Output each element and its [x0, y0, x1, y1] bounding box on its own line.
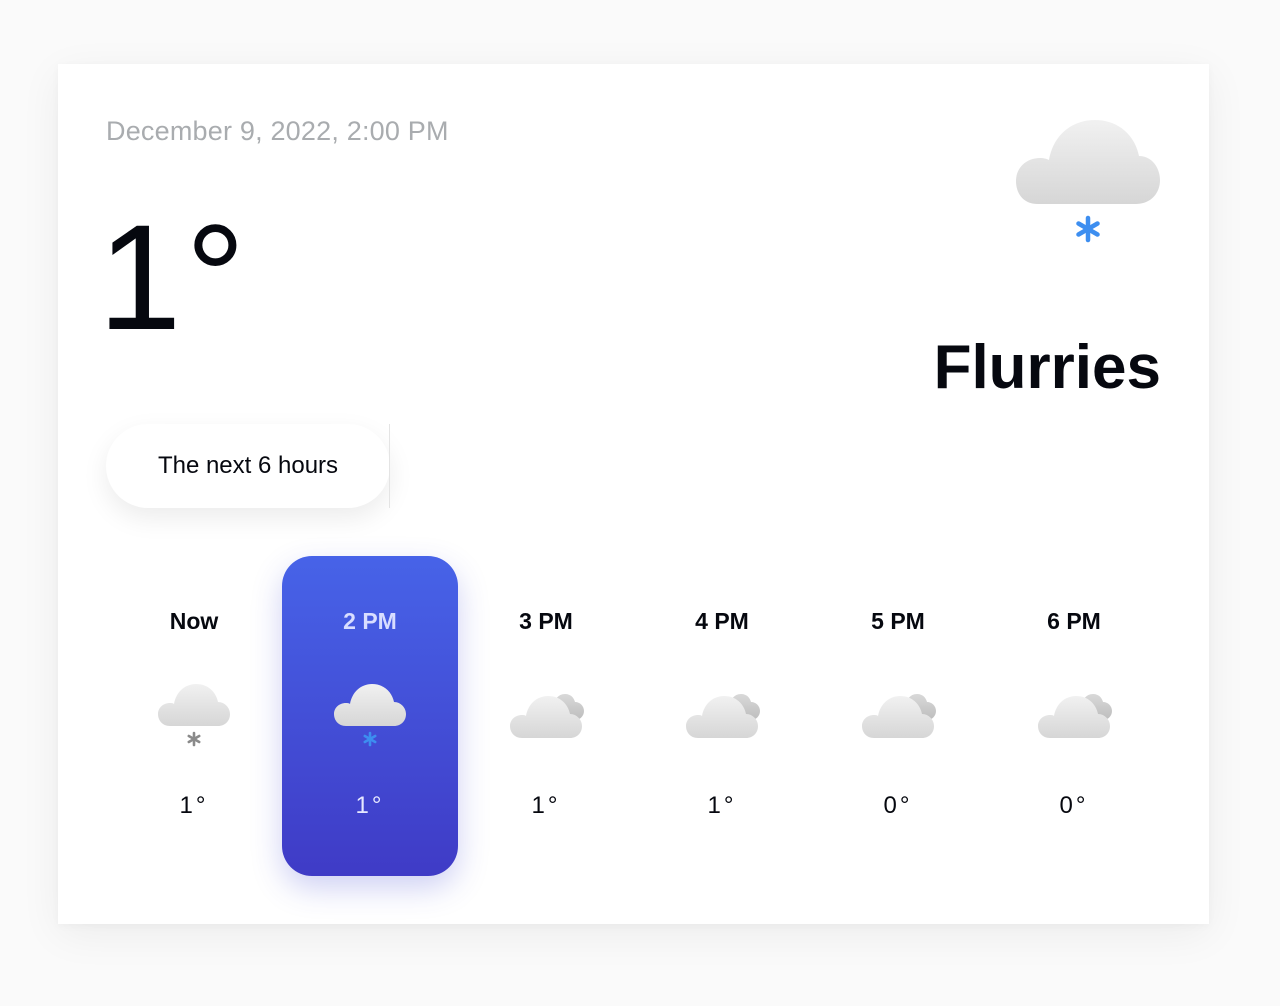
cloud-snow-icon — [1016, 116, 1166, 246]
hour-label: 3 PM — [519, 608, 573, 634]
hour-item-now[interactable]: Now 1° — [106, 556, 282, 876]
hour-item-5pm[interactable]: 5 PM 0° — [810, 556, 986, 876]
weather-card: December 9, 2022, 2:00 PM 1° Flurries Th… — [58, 64, 1209, 924]
page: December 9, 2022, 2:00 PM 1° Flurries Th… — [0, 0, 1280, 1006]
range-selector-button[interactable]: The next 6 hours — [106, 424, 390, 508]
cloudy-icon — [1038, 682, 1114, 748]
condition-label: Flurries — [933, 333, 1161, 402]
hour-temperature: 0° — [883, 792, 913, 819]
cloudy-icon — [862, 682, 938, 748]
cloudy-icon — [686, 682, 762, 748]
hour-temperature: 1° — [355, 792, 385, 819]
cloudy-icon — [510, 682, 586, 748]
hour-temperature: 0° — [1059, 792, 1089, 819]
hour-item-4pm[interactable]: 4 PM 1° — [634, 556, 810, 876]
hour-label: Now — [169, 608, 219, 634]
range-selector-label: The next 6 hours — [157, 452, 339, 479]
divider — [389, 424, 390, 508]
hour-item-2pm[interactable]: 2 PM 1° — [282, 556, 458, 876]
hour-temperature: 1° — [707, 792, 737, 819]
cloud-snow-icon — [334, 682, 410, 748]
hour-label: 2 PM — [343, 608, 397, 634]
hour-label: 6 PM — [1047, 608, 1101, 634]
hour-label: 4 PM — [695, 608, 749, 634]
hour-temperature: 1° — [179, 792, 209, 819]
hour-item-6pm[interactable]: 6 PM 0° — [986, 556, 1162, 876]
hour-label: 5 PM — [871, 608, 925, 634]
current-temperature: 1° — [98, 193, 250, 361]
hour-temperature: 1° — [531, 792, 561, 819]
hour-item-3pm[interactable]: 3 PM 1° — [458, 556, 634, 876]
hourly-forecast: Now 1° 2 PM 1° 3 PM 1° 4 PM 1° 5 PM 0° 6… — [106, 556, 1162, 876]
cloud-snow-icon — [158, 682, 234, 748]
current-datetime: December 9, 2022, 2:00 PM — [106, 116, 449, 146]
